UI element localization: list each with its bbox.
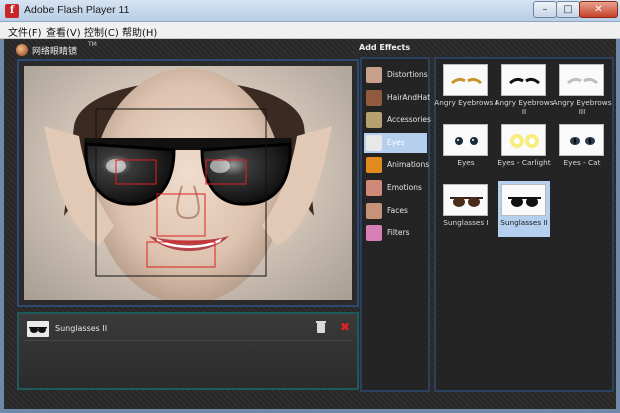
photo-frame <box>17 59 359 307</box>
minimize-button[interactable]: – <box>533 1 557 18</box>
menu-view[interactable]: 查看(V) <box>46 24 81 39</box>
eyes-icon <box>443 124 488 156</box>
effect-label: Eyes - Cat <box>563 158 601 167</box>
menu-bar: 文件(F) 查看(V) 控制(C) 帮助(H) <box>0 22 620 39</box>
applied-effects-panel: Sunglasses II ✖ <box>17 312 359 390</box>
category-label: Accessories <box>387 115 431 125</box>
category-item-emotions[interactable]: Emotions <box>364 178 427 198</box>
sunglasses-black-icon <box>501 184 546 216</box>
trash-icon[interactable] <box>316 321 326 333</box>
effect-item[interactable]: Sunglasses II <box>498 181 550 237</box>
menu-control[interactable]: 控制(C) <box>84 24 119 39</box>
category-item-animations[interactable]: Animations <box>364 155 430 175</box>
distortions-icon <box>366 67 382 83</box>
emotions-icon <box>366 180 382 196</box>
flash-icon: f <box>5 4 19 18</box>
eyebrows-silver-icon <box>559 64 604 96</box>
category-item-filters[interactable]: Filters <box>364 223 427 243</box>
category-item-eyes[interactable]: Eyes <box>364 132 427 153</box>
eyebrows-gold-icon <box>443 64 488 96</box>
category-item-hairandhat[interactable]: HairAndHat <box>364 88 431 108</box>
effect-item[interactable]: Eyes <box>440 121 492 177</box>
category-list: Distortions HairAndHat Accessories Eyes Anim… <box>360 57 431 392</box>
accessories-icon <box>366 112 382 129</box>
effect-label: Angry Eyebrows I <box>434 98 498 107</box>
effect-item[interactable]: Sunglasses I <box>440 181 492 237</box>
butterfly-icon <box>366 157 382 174</box>
remove-icon[interactable]: ✖ <box>340 320 350 334</box>
flash-stage: 网络眼睛镜 TM Add Effects Sunglasses II ✖ Dis… <box>4 39 616 409</box>
category-label: HairAndHat <box>387 92 431 102</box>
eyebrows-black-icon <box>501 64 546 96</box>
category-item-faces[interactable]: Faces <box>364 201 427 221</box>
hair-hat-icon <box>366 89 382 106</box>
close-button[interactable]: ✕ <box>579 1 618 18</box>
category-label: Eyes <box>387 137 405 147</box>
menu-file[interactable]: 文件(F) <box>8 24 42 39</box>
eyes-icon <box>366 134 382 151</box>
category-label: Faces <box>387 205 408 215</box>
effect-item[interactable]: Eyes - Carlight <box>497 121 551 177</box>
applied-effect-label: Sunglasses II <box>55 324 108 333</box>
face-photo[interactable] <box>24 66 352 300</box>
brand-name: 网络眼睛镜 <box>32 47 78 57</box>
effect-label: Sunglasses I <box>443 218 489 227</box>
effect-label: Eyes <box>457 158 475 167</box>
category-label: Emotions <box>387 183 422 192</box>
category-label: Filters <box>387 228 410 238</box>
category-item-accessories[interactable]: Accessories <box>364 110 431 130</box>
effect-item[interactable]: Angry Eyebrows I <box>434 61 498 117</box>
brand-trademark: TM <box>88 41 97 48</box>
effects-grid: Angry Eyebrows I Angry Eyebrows II Angry E… <box>434 57 614 392</box>
add-effects-title: Add Effects <box>359 43 411 52</box>
effect-item[interactable]: Eyes - Cat <box>556 121 608 177</box>
category-label: Animations <box>387 160 430 170</box>
menu-help[interactable]: 帮助(H) <box>122 24 157 39</box>
cat-eyes-icon <box>559 124 604 156</box>
category-item-distortions[interactable]: Distortions <box>364 65 428 85</box>
carlight-eyes-icon <box>501 124 546 156</box>
effect-item[interactable]: Angry Eyebrows III <box>552 61 612 117</box>
effect-label: Eyes - Carlight <box>497 158 551 167</box>
effect-label: Angry Eyebrows II <box>494 98 554 116</box>
effect-item[interactable]: Angry Eyebrows II <box>494 61 554 117</box>
applied-effect-row[interactable]: Sunglasses II ✖ <box>24 319 352 341</box>
sunglasses-black-icon <box>27 321 49 337</box>
window-title: Adobe Flash Player 11 <box>24 4 130 16</box>
effect-label: Angry Eyebrows III <box>552 98 612 116</box>
faces-icon <box>366 202 382 219</box>
face-photo-art <box>44 68 332 300</box>
brand-logo-icon <box>16 44 28 56</box>
sunglasses-brown-icon <box>443 184 488 216</box>
category-label: Distortions <box>387 70 428 79</box>
window-titlebar: f Adobe Flash Player 11 – □ ✕ <box>0 0 620 22</box>
effect-label: Sunglasses II <box>500 218 548 227</box>
filters-icon <box>366 225 382 242</box>
maximize-button[interactable]: □ <box>556 1 580 18</box>
